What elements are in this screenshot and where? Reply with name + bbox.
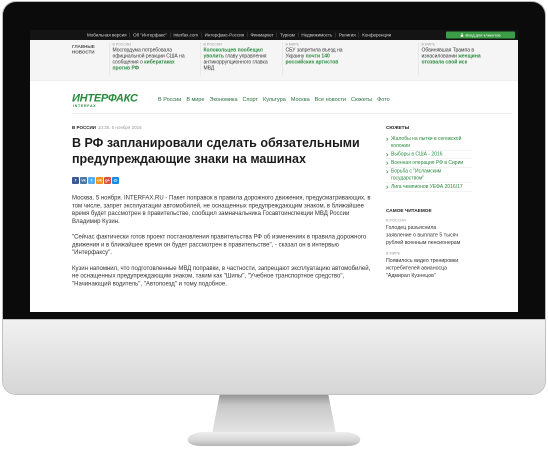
nav-item-moscow[interactable]: Москва [291, 97, 310, 104]
nav-item-world[interactable]: В мире [186, 97, 204, 104]
mail-icon[interactable]: @ [112, 177, 119, 184]
sidebar-most-read: САМОЕ ЧИТАЕМОЕ В РОССИИ Голодец разъясни… [386, 208, 511, 284]
story-item[interactable]: Военная операция РФ в Сирии [386, 159, 472, 168]
main-nav: В России В мире Экономика Спорт Культура… [158, 97, 390, 104]
top-news-item[interactable]: В МИРЕ Обвинявшая Трампа в изнасиловании… [418, 42, 492, 76]
google-plus-icon[interactable]: g+ [104, 177, 111, 184]
top-news-item[interactable]: В РОССИИ Мосгордума потребовала официаль… [109, 42, 193, 76]
share-buttons: f vk t ok g+ @ [72, 177, 119, 184]
monitor-mockup: Мобильная версия Об "Интерфакс" Interfax… [0, 0, 548, 449]
stand-base [187, 432, 361, 446]
story-item[interactable]: Выборы в США - 2016 [386, 151, 472, 159]
topbar-link-realty[interactable]: Недвижимость [297, 32, 335, 38]
topbar-link-tourism[interactable]: Туризм [276, 32, 298, 38]
stand-neck [212, 393, 336, 434]
nav-item-all-news[interactable]: Все новости [315, 97, 346, 104]
monitor-chin [3, 320, 545, 394]
most-read-section: В РОССИИ [386, 218, 406, 223]
story-label: Жалобы на пытки в сегежской колонии [391, 136, 462, 149]
most-read-item[interactable]: В РОССИИ Голодец разъяснила заявление о … [386, 218, 511, 247]
site-logo-subtitle: INTERFAX [73, 104, 97, 109]
article-paragraph: Кузин напомнил, что подготовленные МВД п… [72, 264, 371, 287]
client-login-button[interactable]: Вход для клиентов [446, 31, 515, 39]
nav-item-economy[interactable]: Экономика [210, 97, 238, 104]
story-item[interactable]: Борьба с "Исламским государством" [386, 168, 472, 183]
topbar-link-mobile[interactable]: Мобильная версия [84, 33, 130, 38]
top-bar: Мобильная версия Об "Интерфакс" Interfax… [30, 30, 518, 40]
topbar-link-conferences[interactable]: Конференции [358, 32, 394, 38]
lock-icon [460, 33, 464, 37]
vk-icon[interactable]: vk [80, 177, 87, 184]
website: Мобильная версия Об "Интерфакс" Interfax… [30, 30, 518, 312]
story-label: Борьба с "Исламским государством" [391, 168, 442, 182]
top-bar-links: Мобильная версия Об "Интерфакс" Interfax… [84, 30, 394, 40]
top-news-headline[interactable]: СБУ запретила въезд на Украину почти 140… [286, 48, 359, 66]
stories-title: СЮЖЕТЫ [386, 125, 410, 131]
top-news-item[interactable]: В МИРЕ СБУ запретила въезд на Украину по… [282, 42, 359, 76]
odnoklassniki-icon[interactable]: ok [96, 177, 103, 184]
story-label: Военная операция РФ в Сирии [391, 160, 464, 166]
article-datetime: 10:35, 5 ноября 2016 [97, 125, 142, 130]
article-paragraph: "Сейчас фактически готов проект постанов… [72, 233, 367, 256]
story-item[interactable]: Жалобы на пытки в сегежской колонии [386, 135, 472, 151]
topbar-link-about[interactable]: Об "Интерфакс" [129, 32, 170, 38]
nav-item-stories[interactable]: Сюжеты [351, 97, 372, 104]
story-label: Лига чемпионов УЕФА 2016/17 [391, 184, 463, 190]
nav-item-photo[interactable]: Фото [377, 97, 390, 104]
article-body: Москва. 5 ноября. INTERFAX.RU - Пакет по… [72, 194, 372, 296]
topbar-link-interfax-com[interactable]: Interfax.com [169, 32, 201, 38]
twitter-icon[interactable]: t [88, 177, 95, 184]
most-read-section: В МИРЕ [386, 251, 401, 256]
nav-item-sport[interactable]: Спорт [243, 97, 258, 104]
nav-item-culture[interactable]: Культура [263, 97, 286, 104]
topbar-link-finmarket[interactable]: Финмаркет [247, 32, 276, 38]
top-news-headline[interactable]: Обвинявшая Трампа в изнасиловании женщин… [422, 48, 492, 66]
nav-item-russia[interactable]: В России [158, 97, 181, 104]
top-news-headline[interactable]: Колокольцев пообещал уволить главу управ… [204, 48, 280, 72]
monitor-screen: Мобильная версия Об "Интерфакс" Interfax… [30, 30, 518, 312]
header-divider [72, 113, 512, 114]
client-login-label: Вход для клиентов [465, 32, 501, 38]
story-label: Выборы в США - 2016 [391, 151, 443, 158]
most-read-title: САМОЕ ЧИТАЕМОЕ [386, 208, 432, 214]
topbar-link-interfax-russia[interactable]: Интерфакс-Россия [201, 32, 247, 38]
topbar-link-religion[interactable]: Религия [335, 32, 358, 38]
sidebar-stories: СЮЖЕТЫ Жалобы на пытки в сегежской колон… [386, 125, 511, 192]
story-item[interactable]: Лига чемпионов УЕФА 2016/17 [386, 183, 472, 192]
top-news-label: ГЛАВНЫЕ НОВОСТИ [72, 44, 95, 55]
article-title: В РФ запланировали сделать обязательными… [72, 136, 360, 166]
site-logo[interactable]: ИНТЕРФАКС [72, 92, 138, 104]
top-news-item[interactable]: В РОССИИ Колокольцев пообещал уволить гл… [200, 42, 280, 76]
top-news-strip: ГЛАВНЫЕ НОВОСТИ В РОССИИ Мосгордума потр… [30, 40, 518, 81]
article-section[interactable]: В РОССИИ [72, 125, 96, 130]
article-paragraph: Москва. 5 ноября. INTERFAX.RU - Пакет по… [72, 194, 371, 225]
top-news-headline[interactable]: Мосгордума потребовала официальной реакц… [113, 48, 193, 72]
article-meta: В РОССИИ 10:35, 5 ноября 2016 [72, 125, 142, 131]
most-read-headline[interactable]: Голодец разъяснила заявление о выплате 5… [386, 224, 461, 247]
most-read-item[interactable]: В МИРЕ Появилось видео тренировки истреб… [386, 251, 511, 280]
most-read-headline[interactable]: Появилось видео тренировки истребителей … [386, 257, 461, 280]
facebook-icon[interactable]: f [72, 177, 79, 184]
